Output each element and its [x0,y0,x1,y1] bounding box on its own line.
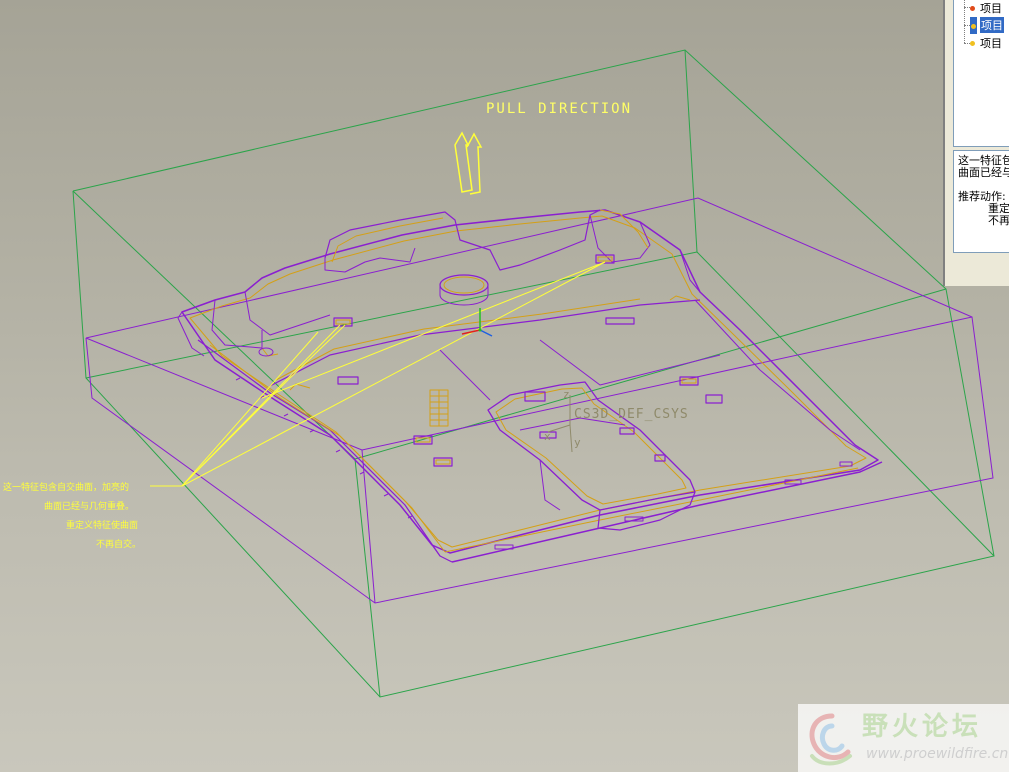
message-action-2[interactable]: 不再 [958,215,1009,227]
pull-direction-arrow-icon [454,131,483,195]
note-line-1: 这一特征包含自交曲面，加亮的 [3,481,129,493]
proe-window: PULL DIRECTION z y x CS3D_DEF_CSYS 这一特征包… [0,0,1009,772]
part-geometry [177,209,883,563]
red-dot-icon [970,5,975,11]
model-tree-panel: 项目 项目 项目 这一特征包 曲面已经与 推荐动作: 重定 不再 [943,0,1009,286]
tree-item-label: 项目 [980,17,1004,33]
troubleshooter-message: 这一特征包 曲面已经与 推荐动作: 重定 不再 [953,150,1009,253]
self-intersection-note: 这一特征包含自交曲面，加亮的 曲面已经与几何重叠。 重定义特征使曲面 不再自交。 [3,481,141,550]
tree-item-label: 项目 [980,37,1002,50]
tree-item-2[interactable]: 项目 [970,16,1004,34]
watermark-title: 野火论坛 [862,712,983,742]
note-line-2: 曲面已经与几何重叠。 [44,500,134,512]
yellow-dot-icon [971,23,976,29]
tree-item-1[interactable]: 项目 [970,0,1002,16]
csys-axis-y: y [574,436,581,449]
csys-axis-x: x [544,430,551,443]
model-tree[interactable]: 项目 项目 项目 [953,0,1009,147]
mold-3d-scene[interactable]: PULL DIRECTION z y x CS3D_DEF_CSYS 这一特征包… [0,0,1009,772]
swirl-logo-icon [809,713,852,766]
note-line-3: 重定义特征使曲面 [66,519,138,531]
note-line-4: 不再自交。 [96,538,141,550]
message-line-2: 曲面已经与 [958,166,1009,179]
mold-box-wireframe [72,49,995,698]
csys-axis-z: z [563,388,570,401]
tree-item-3[interactable]: 项目 [970,35,1002,51]
forum-watermark: 野火论坛 www.proewildfire.cn [798,704,1009,772]
tree-item-label: 项目 [980,2,1002,15]
watermark-url: www.proewildfire.cn [866,746,1009,762]
graphics-viewport[interactable]: PULL DIRECTION z y x CS3D_DEF_CSYS 这一特征包… [0,0,1009,772]
connector-block [429,389,449,427]
yellow-dot-icon [970,40,975,46]
pull-direction-label: PULL DIRECTION [486,101,632,117]
csys-label: CS3D_DEF_CSYS [574,407,689,422]
